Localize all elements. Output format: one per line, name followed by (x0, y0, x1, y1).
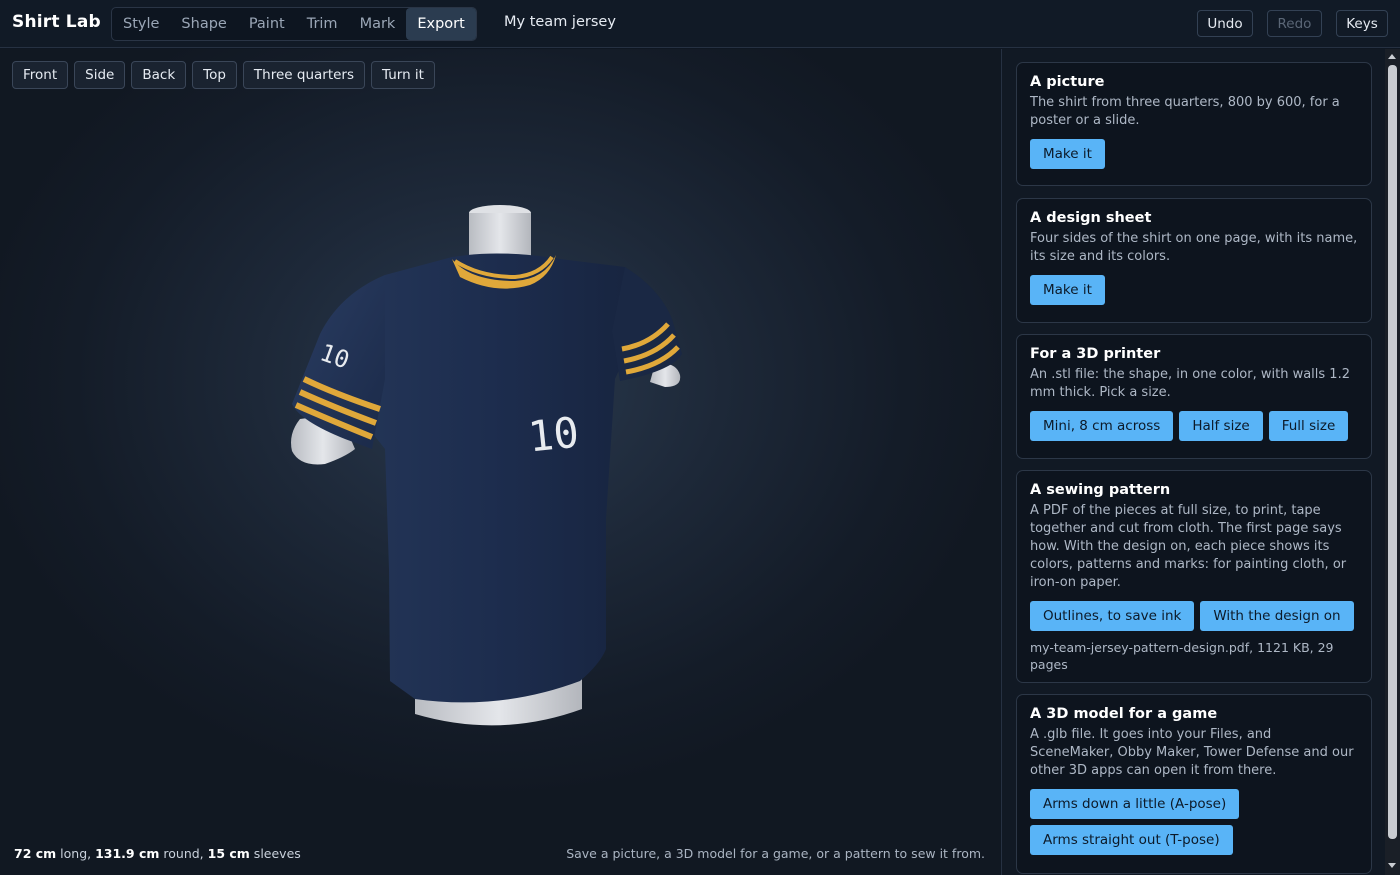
pattern-with-design-button[interactable]: With the design on (1200, 601, 1354, 631)
view-front-button[interactable]: Front (12, 61, 69, 89)
view-three-quarters-button[interactable]: Three quarters (242, 61, 366, 89)
picture-card: A picture The shirt from three quarters,… (1016, 62, 1372, 186)
view-side-button[interactable]: Side (74, 61, 126, 89)
panel-scrollbar[interactable] (1385, 49, 1400, 875)
redo-button[interactable]: Redo (1267, 10, 1322, 37)
stl-mini-button[interactable]: Mini, 8 cm across (1030, 411, 1174, 441)
picture-title: A picture (1030, 74, 1105, 90)
mode-tabs: Style Shape Paint Trim Mark Export (111, 7, 477, 41)
design-sheet-title: A design sheet (1030, 210, 1152, 226)
round-label: round, (159, 846, 208, 861)
length-label: long, (56, 846, 96, 861)
top-bar: Shirt Lab Style Shape Paint Trim Mark Ex… (0, 0, 1400, 48)
sewing-title: A sewing pattern (1030, 482, 1171, 498)
picture-desc: The shirt from three quarters, 800 by 60… (1030, 95, 1340, 128)
round-value: 131.9 cm (95, 846, 160, 861)
glb-a-pose-button[interactable]: Arms down a little (A-pose) (1030, 789, 1240, 819)
game-model-card: A 3D model for a game A .glb file. It go… (1016, 694, 1372, 874)
app-title: Shirt Lab (12, 12, 101, 32)
export-hint: Save a picture, a 3D model for a game, o… (566, 846, 985, 861)
printer-card: For a 3D printer An .stl file: the shape… (1016, 334, 1372, 459)
turn-it-button[interactable]: Turn it (371, 61, 435, 89)
glb-t-pose-button[interactable]: Arms straight out (T-pose) (1030, 825, 1233, 855)
printer-desc: An .stl file: the shape, in one color, w… (1030, 367, 1350, 400)
length-value: 72 cm (14, 846, 57, 861)
shirt-model[interactable]: 10 10 (0, 49, 1000, 875)
3d-viewport[interactable]: 10 10 Front Side Back Top Three quarters… (0, 49, 1000, 875)
keys-button[interactable]: Keys (1336, 10, 1388, 37)
printer-title: For a 3D printer (1030, 346, 1161, 362)
sleeve-label: sleeves (249, 846, 301, 861)
shirt-measurements: 72 cm long, 131.9 cm round, 15 cm sleeve… (14, 846, 301, 861)
tab-export[interactable]: Export (406, 8, 476, 40)
export-panel: A picture The shirt from three quarters,… (1001, 49, 1385, 875)
scroll-down-icon[interactable] (1388, 863, 1396, 868)
undo-button[interactable]: Undo (1197, 10, 1253, 37)
pattern-outlines-button[interactable]: Outlines, to save ink (1030, 601, 1195, 631)
make-design-sheet-button[interactable]: Make it (1030, 275, 1105, 305)
game-title: A 3D model for a game (1030, 706, 1218, 722)
shirt-number: 10 (526, 408, 581, 462)
view-back-button[interactable]: Back (131, 61, 187, 89)
view-buttons: Front Side Back Top Three quarters Turn … (12, 61, 435, 89)
stl-half-size-button[interactable]: Half size (1179, 411, 1263, 441)
design-sheet-desc: Four sides of the shirt on one page, wit… (1030, 231, 1358, 264)
tab-trim[interactable]: Trim (296, 8, 349, 40)
sleeve-value: 15 cm (207, 846, 250, 861)
shirt-body (292, 253, 682, 703)
design-sheet-card: A design sheet Four sides of the shirt o… (1016, 198, 1372, 323)
scroll-thumb[interactable] (1388, 65, 1397, 839)
tab-shape[interactable]: Shape (170, 8, 237, 40)
project-name[interactable]: My team jersey (504, 14, 616, 30)
stl-full-size-button[interactable]: Full size (1268, 411, 1349, 441)
sewing-desc: A PDF of the pieces at full size, to pri… (1030, 503, 1347, 590)
make-picture-button[interactable]: Make it (1030, 139, 1105, 169)
tab-paint[interactable]: Paint (238, 8, 296, 40)
scroll-up-icon[interactable] (1388, 54, 1396, 59)
tab-style[interactable]: Style (112, 8, 170, 40)
sewing-pattern-card: A sewing pattern A PDF of the pieces at … (1016, 470, 1372, 683)
game-desc: A .glb file. It goes into your Files, an… (1030, 727, 1354, 778)
pattern-file-info: my-team-jersey-pattern-design.pdf, 1121 … (1030, 640, 1334, 672)
tab-mark[interactable]: Mark (349, 8, 407, 40)
view-top-button[interactable]: Top (192, 61, 237, 89)
